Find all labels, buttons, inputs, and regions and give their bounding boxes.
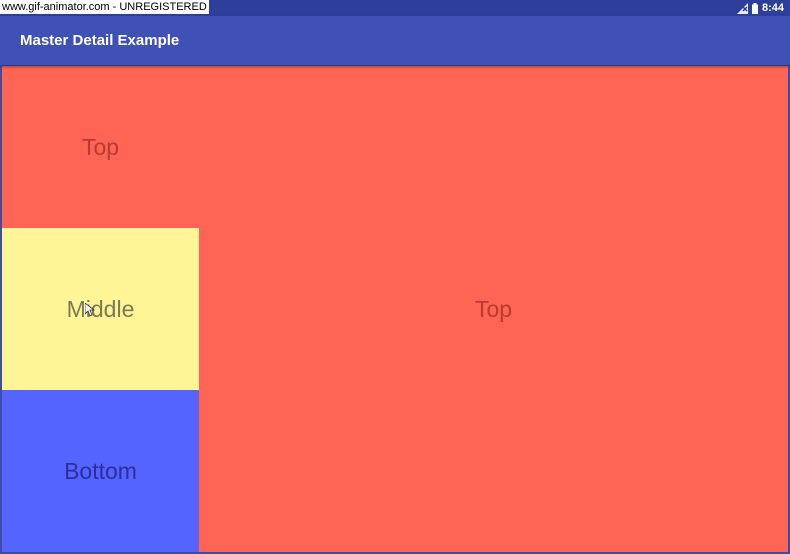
master-item-label: Middle: [66, 295, 135, 322]
master-item-label: Top: [81, 133, 120, 160]
status-clock: 8:44: [761, 2, 784, 14]
device-screen: www.gif-animator.com - UNREGISTERED 8:44…: [0, 0, 790, 554]
app-title: Master Detail Example: [20, 32, 180, 49]
detail-label: Top: [474, 295, 513, 322]
status-bar: www.gif-animator.com - UNREGISTERED 8:44: [0, 0, 790, 16]
master-item-label: Bottom: [64, 457, 137, 484]
master-item-middle[interactable]: Middle: [2, 228, 199, 390]
detail-pane: Top: [199, 66, 788, 552]
app-bar: Master Detail Example: [0, 16, 790, 65]
master-item-bottom[interactable]: Bottom: [2, 390, 199, 552]
watermark: www.gif-animator.com - UNREGISTERED: [0, 0, 209, 14]
master-item-top[interactable]: Top: [2, 66, 199, 228]
signal-icon: [736, 2, 748, 14]
battery-icon: [751, 2, 758, 14]
status-icons: 8:44: [736, 0, 784, 16]
mouse-cursor-icon: [85, 303, 95, 317]
